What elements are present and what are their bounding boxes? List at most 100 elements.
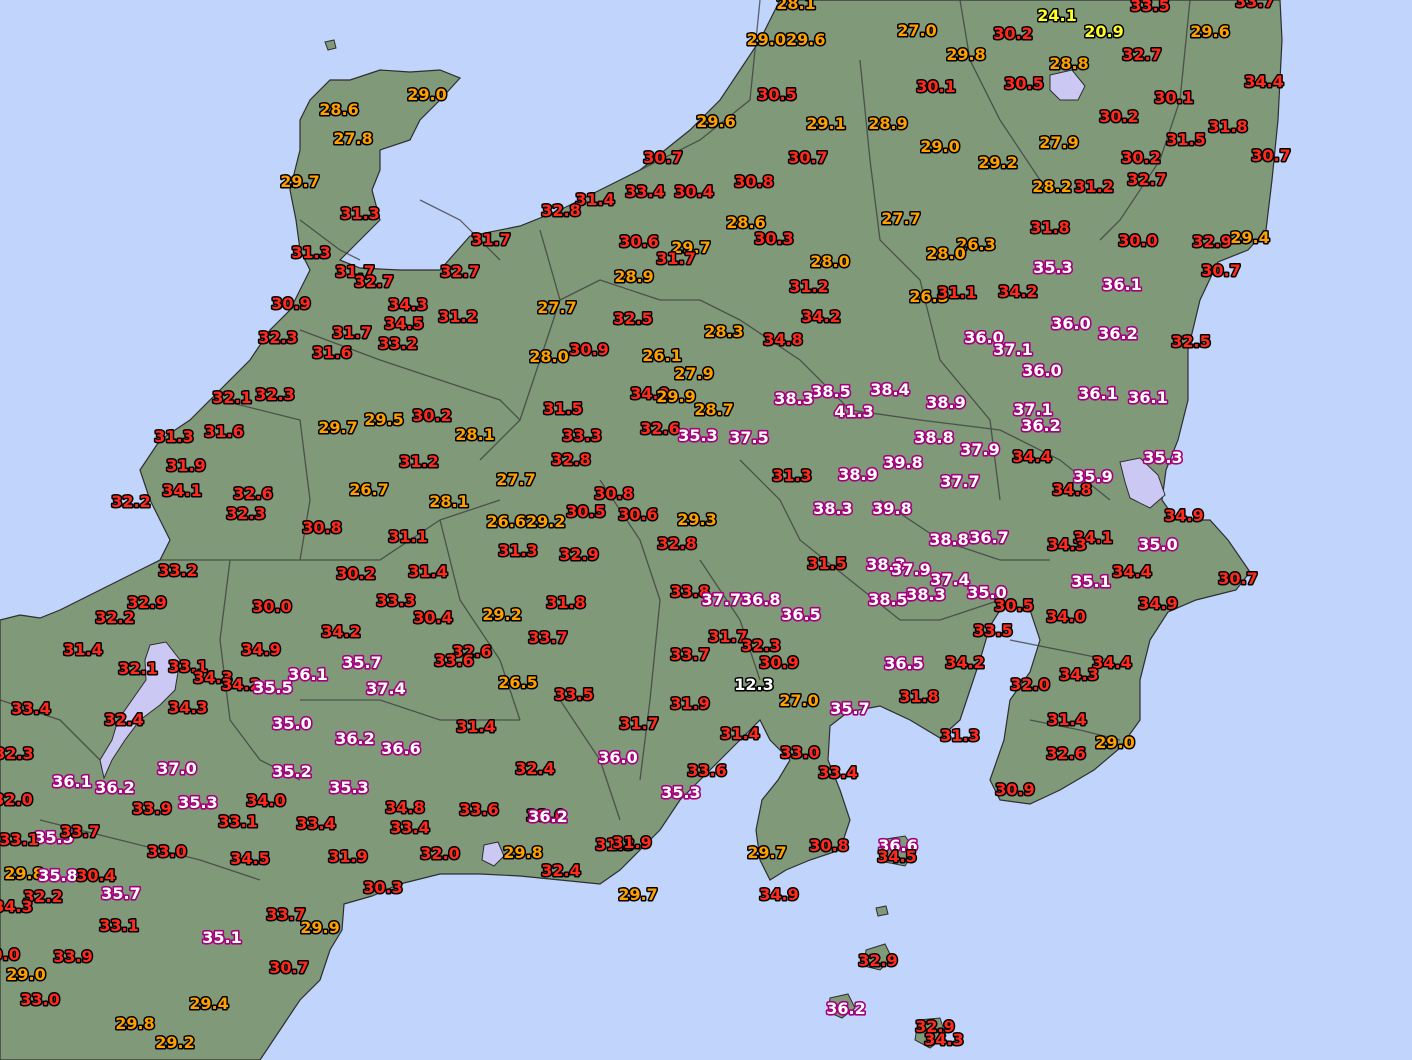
temperature-label: 33.5 <box>1130 0 1169 15</box>
temperature-label: 32.4 <box>541 861 580 880</box>
temperature-label: 33.7 <box>1235 0 1274 11</box>
temperature-label: 31.9 <box>166 456 205 475</box>
temperature-label: 35.3 <box>678 426 717 445</box>
temperature-label: 34.1 <box>162 481 201 500</box>
temperature-label: 27.8 <box>333 129 372 148</box>
temperature-label: 38.5 <box>811 382 850 401</box>
temperature-label: 36.1 <box>288 665 327 684</box>
temperature-label: 26.7 <box>349 480 388 499</box>
temperature-label: 29.7 <box>318 418 357 437</box>
temperature-label: 29.029.6 <box>747 30 826 49</box>
temperature-label: 37.9 <box>960 440 999 459</box>
temperature-label: 12.3 <box>734 675 773 694</box>
temperature-label: 29.0 <box>920 137 959 156</box>
temperature-label: 36.0 <box>598 748 637 767</box>
temperature-label: 30.5 <box>757 85 796 104</box>
temperature-label: 34.3 <box>388 295 427 314</box>
temperature-label: 36.2 <box>826 999 865 1018</box>
temperature-label: 30.7 <box>269 958 308 977</box>
temperature-label: 33.6 <box>687 761 726 780</box>
temperature-label: 33.4 <box>296 814 335 833</box>
temperature-label: 31.7 <box>619 714 658 733</box>
temperature-label: 30.3 <box>363 878 402 897</box>
temperature-label: 28.0 <box>926 244 965 263</box>
temperature-label: 37.0 <box>157 759 196 778</box>
temperature-label: 31.5 <box>807 554 846 573</box>
temperature-label: 32.9 <box>858 951 897 970</box>
temperature-label: 29.2 <box>978 153 1017 172</box>
temperature-label: 35.3 <box>1143 448 1182 467</box>
temperature-label: 34.5 <box>877 847 916 866</box>
temperature-label: 36.1 <box>1078 384 1117 403</box>
temperature-label: 36.6 <box>381 739 420 758</box>
temperature-label: 30.7 <box>788 148 827 167</box>
temperature-label: 31.9 <box>612 833 651 852</box>
temperature-label: 32.3 <box>258 328 297 347</box>
temperature-label: 35.0 <box>1138 535 1177 554</box>
temperature-label: 29.7 <box>280 172 319 191</box>
temperature-label: 36.0 <box>1051 314 1090 333</box>
temperature-label: 38.3 <box>813 499 852 518</box>
temperature-label: 34.8 <box>1052 480 1091 499</box>
temperature-label: 30.9 <box>271 294 310 313</box>
temperature-label: 34.2 <box>801 307 840 326</box>
temperature-label: 36.7 <box>969 528 1008 547</box>
temperature-label: 36.1 <box>1128 388 1167 407</box>
temperature-label: 33.0 <box>20 990 59 1009</box>
temperature-label: 31.9 <box>670 694 709 713</box>
temperature-label: 30.7 <box>1201 261 1240 280</box>
temperature-label: 31.7 <box>332 323 371 342</box>
temperature-label: 30.7 <box>1251 146 1290 165</box>
temperature-label: 30.4 <box>76 866 115 885</box>
temperature-label: 39.8 <box>872 499 911 518</box>
temperature-label: 26.1 <box>642 346 681 365</box>
temperature-label: 28.2 <box>1032 177 1071 196</box>
temperature-label: 26.5 <box>498 673 537 692</box>
temperature-label: 31.4 <box>456 717 495 736</box>
temperature-label: 34.3 <box>1059 665 1098 684</box>
temperature-label: 37.1 <box>993 340 1032 359</box>
temperature-label: 33.4 <box>625 182 664 201</box>
temperature-label: 31.4 <box>408 562 447 581</box>
temperature-label: 31.2 <box>438 307 477 326</box>
temperature-label: 32.2 <box>95 608 134 627</box>
temperature-label: 33.7 <box>60 822 99 841</box>
temperature-label: 31.8 <box>546 593 585 612</box>
temperature-label: 30.7 <box>1218 569 1257 588</box>
temperature-label: 30.0 <box>0 945 20 964</box>
temperature-label: 33.2 <box>158 561 197 580</box>
temperature-label: 36.2 <box>1021 416 1060 435</box>
temperature-label: 30.2 <box>1099 107 1138 126</box>
temperature-label: 37.4 <box>366 679 405 698</box>
temperature-label: 31.2 <box>1074 177 1113 196</box>
temperature-label: 32.0 <box>420 844 459 863</box>
temperature-label: 26.629.2 <box>487 512 566 531</box>
temperature-label: 33.2 <box>378 334 417 353</box>
temperature-label: 33.6 <box>434 651 473 670</box>
temperature-label: 35.8 <box>38 866 77 885</box>
temperature-label: 27.7 <box>537 298 576 317</box>
temperature-label: 32.8 <box>657 534 696 553</box>
temperature-label: 30.8 <box>734 172 773 191</box>
temperature-label: 29.2 <box>155 1033 194 1052</box>
temperature-label: 32.3 <box>0 744 34 763</box>
temperature-label: 33.3 <box>376 591 415 610</box>
temperature-label: 31.2 <box>399 452 438 471</box>
temperature-label: 32.1 <box>118 659 157 678</box>
temperature-label: 32.6 <box>233 484 272 503</box>
temperature-label: 38.3 <box>906 585 945 604</box>
temperature-label: 38.8 <box>914 428 953 447</box>
temperature-label: 32.9 <box>559 545 598 564</box>
temperature-label: 32.0 <box>1010 675 1049 694</box>
temperature-label: 29.6 <box>696 112 735 131</box>
temperature-label: 31.4 <box>1047 710 1086 729</box>
temperature-label: 30.8 <box>302 518 341 537</box>
temperature-label: 33.7 <box>528 628 567 647</box>
temperature-label: 33.5 <box>554 685 593 704</box>
temperature-label: 33.4 <box>11 699 50 718</box>
temperature-label: 31.6 <box>204 422 243 441</box>
temperature-label: 31.1 <box>937 283 976 302</box>
temperature-label: 36.5 <box>884 654 923 673</box>
temperature-label: 31.2 <box>789 277 828 296</box>
temperature-label: 31.8 <box>1208 117 1247 136</box>
